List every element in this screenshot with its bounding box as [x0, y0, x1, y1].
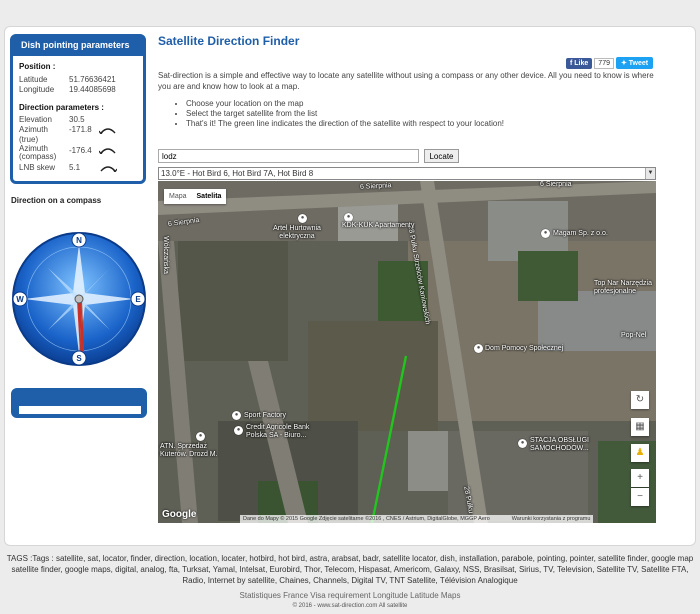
facebook-like-button[interactable]: f Like [566, 57, 593, 69]
elevation-row: Elevation 30.5 [19, 115, 143, 125]
street-label: 6 Sierpnia [359, 182, 392, 191]
rotate-map-button[interactable]: ↻ [631, 391, 649, 409]
longitude-row: Longitude 19.44085698 [19, 85, 143, 95]
position-heading: Position : [19, 62, 56, 71]
compass-title: Direction on a compass [11, 196, 102, 205]
azimuth-true-value: -171.8 [69, 125, 92, 134]
compass-e: E [135, 295, 141, 304]
step-item: That's it! The green line indicates the … [186, 119, 504, 129]
azimuth-true-label: Azimuth (true) [19, 125, 48, 144]
tab-satellite[interactable]: Satelita [192, 189, 227, 204]
footer-link[interactable]: Longitude Latitude [373, 591, 439, 600]
azimuth-arrow-icon [99, 128, 116, 134]
poi-label: Credit Agricole Bank Polska SA - Biuro..… [246, 424, 310, 439]
social-buttons: f Like 779 ✦ Tweet [566, 57, 654, 69]
poi-label: Artel Hurtownia elektryczna [273, 225, 321, 240]
poi-label: Top Nar Narzędzia profesjonalne [594, 280, 652, 295]
poi-pin-icon: ● [541, 229, 550, 238]
terms-link[interactable]: Warunki korzystania z programu [512, 516, 591, 522]
step-item: Select the target satellite from the lis… [186, 109, 504, 119]
poi-label: Sport Factory [244, 412, 287, 419]
lnb-arrow-icon [100, 166, 117, 172]
latitude-value: 51.76636421 [69, 75, 116, 84]
azimuth-compass-value: -176.4 [69, 146, 92, 155]
azimuth-compass-label: Azimuth (compass) [19, 144, 57, 161]
steps-list: Choose your location on the map Select t… [186, 99, 504, 129]
map-type-tabs: Mapa Satelita [164, 189, 227, 204]
page-title: Satellite Direction Finder [158, 34, 300, 48]
poi-label: ATN. Sprzedaż Kuterów. Drozd M. [160, 443, 218, 458]
locate-button[interactable]: Locate [424, 149, 459, 163]
latitude-label: Latitude [19, 75, 48, 84]
poi-label: Pop-Nel [621, 332, 647, 339]
chevron-down-icon: ▼ [645, 168, 655, 179]
footer-link[interactable]: Statistiques [240, 591, 281, 600]
footer-links: Statistiques France Visa requirement Lon… [0, 591, 700, 600]
longitude-value: 19.44085698 [69, 85, 116, 94]
satellite-map[interactable]: Mapa Satelita 6 Sierpnia 6 Sierpnia 6 Si… [158, 181, 656, 523]
location-search-input[interactable] [158, 149, 419, 163]
tags-text: TAGS :Tags : satellite, sat, locator, fi… [6, 554, 694, 585]
compass-rose-icon: N E S W [12, 232, 146, 366]
zoom-out-button[interactable]: − [631, 488, 649, 506]
elevation-label: Elevation [19, 115, 52, 124]
rotate-icon: ↻ [635, 394, 645, 405]
poi-pin-icon: ● [196, 432, 205, 441]
longitude-label: Longitude [19, 85, 55, 94]
lnb-skew-label: LNB skew [19, 163, 56, 172]
dish-parameters-panel: Dish pointing parameters Position : Lati… [10, 34, 146, 184]
google-logo: Google [162, 509, 197, 520]
sidebar-bottom-panel [11, 388, 147, 418]
tweet-button[interactable]: ✦ Tweet [615, 57, 654, 69]
copyright: © 2016 - www.sat-direction.com All satel… [292, 603, 408, 609]
elevation-value: 30.5 [69, 115, 85, 124]
street-label: 6 Sierpnia [540, 181, 572, 188]
panel-title: Dish pointing parameters [13, 37, 143, 56]
compass-s: S [76, 354, 82, 363]
lnb-skew-value: 5.1 [69, 163, 81, 172]
zoom-in-button[interactable]: + [631, 469, 649, 487]
compass-n: N [76, 236, 82, 245]
poi-pin-icon: ● [344, 213, 353, 222]
poi-label: KDK-KUK Apartamenty [342, 222, 415, 229]
satellite-selected-value: 13.0°E - Hot Bird 6, Hot Bird 7A, Hot Bi… [161, 169, 314, 178]
like-count: 779 [594, 57, 614, 69]
plus-icon: + [637, 472, 643, 483]
minus-icon: − [637, 491, 643, 502]
poi-label: Magam Sp. z o.o. [553, 230, 608, 237]
satellite-select[interactable]: 13.0°E - Hot Bird 6, Hot Bird 7A, Hot Bi… [158, 167, 656, 180]
poi-label: STACJA OBSŁUGI SAMOCHODÓW... [530, 437, 589, 452]
footer-link[interactable]: Maps [441, 591, 461, 600]
tilt-map-button[interactable]: ▦ [631, 418, 649, 436]
poi-label: Dom Pomocy Społecznej [485, 345, 564, 352]
tab-map[interactable]: Mapa [164, 189, 192, 204]
azimuth-compass-row: Azimuth (compass) -176.4 [19, 145, 143, 161]
direction-heading: Direction parameters : [19, 103, 104, 112]
intro-text: Sat-direction is a simple and effective … [158, 71, 654, 91]
street-label: Wólczańska [161, 236, 169, 274]
tilt-icon: ▦ [635, 421, 645, 432]
pegman-icon: ♟ [635, 447, 645, 458]
step-item: Choose your location on the map [186, 99, 504, 109]
footer-link[interactable]: France Visa requirement [283, 591, 370, 600]
compass-w: W [16, 295, 24, 304]
latitude-row: Latitude 51.76636421 [19, 75, 143, 85]
poi-pin-icon: ● [234, 426, 243, 435]
poi-pin-icon: ● [298, 214, 307, 223]
poi-pin-icon: ● [518, 439, 527, 448]
azimuth-true-row: Azimuth (true) -171.8 [19, 125, 143, 145]
twitter-icon: ✦ [620, 60, 629, 67]
lnb-skew-row: LNB skew 5.1 [19, 163, 143, 173]
poi-pin-icon: ● [474, 344, 483, 353]
street-view-button[interactable]: ♟ [631, 444, 649, 462]
compass-arrow-icon [99, 148, 116, 154]
poi-pin-icon: ● [232, 411, 241, 420]
map-attribution: Dane do Mapy © 2015 Google Zdjęcie satel… [240, 515, 594, 523]
